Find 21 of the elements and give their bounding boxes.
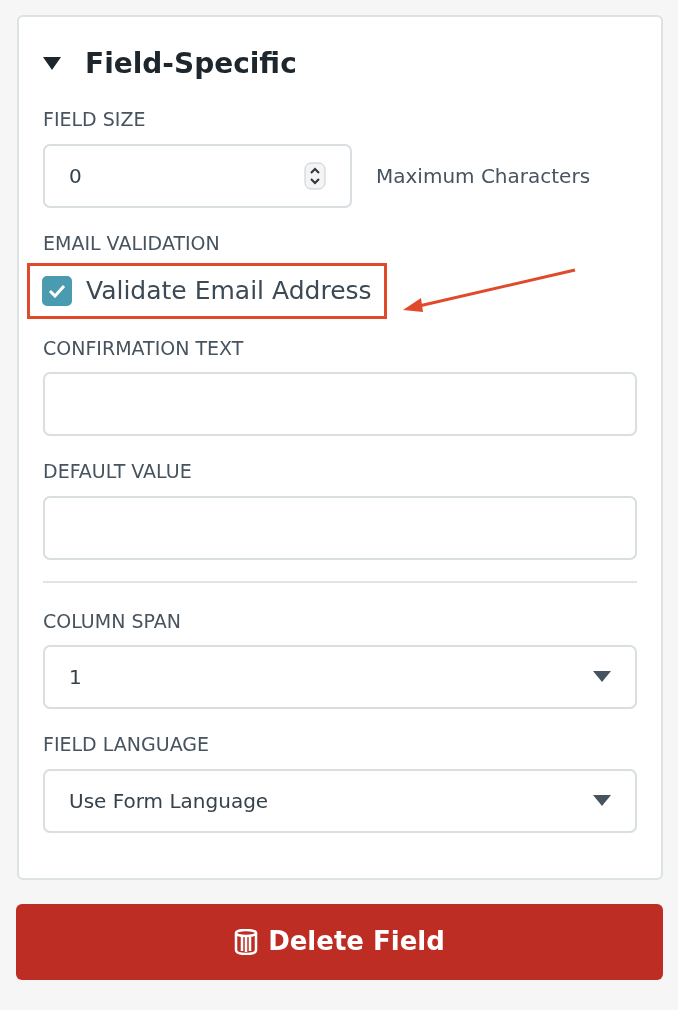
checkmark-icon (48, 283, 66, 298)
number-input[interactable]: 0 (43, 143, 352, 208)
field-label: COLUMN SPAN (43, 608, 181, 634)
select-dropdown[interactable]: 1 (43, 645, 637, 709)
spinner-icon[interactable] (304, 161, 326, 190)
trash-icon (234, 928, 259, 955)
field-label: EMAIL VALIDATION (43, 230, 220, 256)
field-label: FIELD SIZE (43, 107, 146, 132)
select-dropdown[interactable]: Use Form Language (43, 768, 637, 833)
field-hint: Maximum Characters (376, 162, 591, 190)
delete-field-button[interactable]: Delete Field (16, 903, 663, 980)
field-label: DEFAULT VALUE (43, 459, 192, 484)
field-label: FIELD LANGUAGE (43, 732, 210, 757)
text-input[interactable] (43, 495, 637, 560)
field-label: CONFIRMATION TEXT (43, 335, 244, 361)
highlighted-checkbox[interactable]: Validate Email Address (27, 263, 387, 319)
collapse-caret-icon[interactable] (43, 57, 61, 71)
section-title: Field-Specific (85, 46, 297, 82)
dropdown-caret-icon (593, 794, 611, 807)
text-input[interactable] (43, 372, 637, 436)
dropdown-caret-icon (593, 671, 611, 683)
